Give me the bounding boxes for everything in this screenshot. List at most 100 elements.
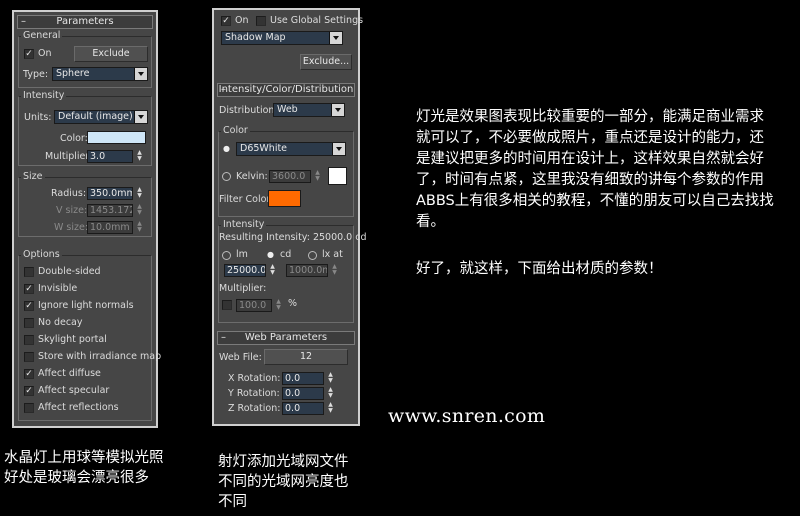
intensity-value-spinner-arrows[interactable]: ▲ ▼ bbox=[269, 264, 276, 277]
article-line-4: 了，时间有点紧，这里我没有细致的讲每个参数的作用 bbox=[416, 172, 764, 188]
w-size-spinner-arrows[interactable]: ▲ ▼ bbox=[136, 221, 143, 234]
color-preset-dropdown[interactable]: D65White bbox=[236, 142, 346, 156]
shadow-type-dropdown[interactable]: Shadow Map bbox=[221, 31, 343, 45]
left-caption-line-2: 好处是玻璃会漂亮很多 bbox=[4, 470, 149, 486]
use-global-settings-checkbox[interactable] bbox=[256, 16, 266, 26]
watermark-url: www.snren.com bbox=[388, 405, 546, 427]
light-type-value: Sphere bbox=[56, 68, 90, 79]
radius-spinner-arrows[interactable]: ▲ ▼ bbox=[136, 187, 143, 200]
affect-reflections-label: Affect reflections bbox=[38, 402, 119, 413]
radius-spinner[interactable]: 350.0mm bbox=[87, 187, 133, 200]
y-rotation-spinner[interactable]: 0.0 bbox=[282, 387, 324, 400]
z-rotation-spinner-arrows[interactable]: ▲ ▼ bbox=[327, 402, 334, 415]
affect-diffuse-label: Affect diffuse bbox=[38, 368, 101, 379]
affect-reflections-checkbox[interactable] bbox=[24, 403, 34, 413]
photometric-light-panel: ✓ On Use Global Settings Shadow Map Excl… bbox=[212, 8, 367, 426]
units-value: Default (image) bbox=[58, 111, 133, 122]
article-line-6: 看。 bbox=[416, 214, 445, 230]
lm-radio[interactable] bbox=[222, 251, 231, 260]
cd-label: cd bbox=[280, 249, 292, 260]
article-line-7: 好了，就这样，下面给出材质的参数！ bbox=[416, 261, 663, 277]
web-parameters-rollout-header[interactable]: – Web Parameters bbox=[217, 331, 355, 345]
article-line-3: 是建议把更多的时间用在设计上，这样效果自然就会好 bbox=[416, 151, 764, 167]
chevron-down-icon bbox=[329, 32, 342, 44]
photometric-multiplier-spinner[interactable]: 100.0 bbox=[236, 299, 272, 312]
affect-specular-label: Affect specular bbox=[38, 385, 110, 396]
double-sided-checkbox[interactable] bbox=[24, 267, 34, 277]
cd-radio[interactable]: ● bbox=[266, 251, 275, 260]
invisible-label: Invisible bbox=[38, 283, 78, 294]
intensity-group-title: Intensity bbox=[21, 90, 67, 101]
units-dropdown[interactable]: Default (image) bbox=[54, 110, 148, 124]
use-global-settings-label: Use Global Settings bbox=[270, 15, 364, 26]
z-rotation-spinner[interactable]: 0.0 bbox=[282, 402, 324, 415]
size-group-title: Size bbox=[21, 171, 45, 182]
v-size-spinner-arrows[interactable]: ▲ ▼ bbox=[136, 204, 143, 217]
w-size-label: W size: bbox=[54, 222, 89, 233]
lx-distance-spinner[interactable]: 1000.0m bbox=[286, 264, 328, 277]
multiplier-enable-checkbox[interactable] bbox=[222, 300, 232, 310]
type-label: Type: bbox=[23, 69, 49, 80]
store-irradiance-checkbox[interactable] bbox=[24, 352, 34, 362]
x-rotation-label: X Rotation: bbox=[228, 373, 281, 384]
light-color-swatch[interactable] bbox=[87, 131, 146, 144]
options-group-title: Options bbox=[21, 249, 62, 260]
units-label: Units: bbox=[24, 112, 52, 123]
preset-color-radio[interactable]: ● bbox=[222, 145, 231, 154]
photometric-multiplier-spinner-arrows[interactable]: ▲ ▼ bbox=[275, 299, 282, 312]
shadow-on-label: On bbox=[235, 15, 249, 26]
article-line-1: 灯光是效果图表现比较重要的一部分，能满足商业需求 bbox=[416, 109, 764, 125]
chevron-down-icon bbox=[134, 68, 147, 80]
y-rotation-spinner-arrows[interactable]: ▲ ▼ bbox=[327, 387, 334, 400]
lx-at-radio[interactable] bbox=[308, 251, 317, 260]
mid-caption-line-2: 不同的光域网亮度也 bbox=[218, 474, 349, 490]
v-size-spinner[interactable]: 1453.172 bbox=[87, 204, 133, 217]
filter-color-swatch[interactable] bbox=[268, 190, 301, 207]
multiplier-spinner[interactable]: 3.0 bbox=[87, 150, 133, 163]
kelvin-label: Kelvin: bbox=[236, 171, 268, 182]
collapse-icon: – bbox=[221, 84, 226, 95]
invisible-checkbox[interactable]: ✓ bbox=[24, 284, 34, 294]
light-on-label: On bbox=[38, 48, 52, 59]
web-parameters-title: Web Parameters bbox=[244, 332, 328, 343]
exclude-button[interactable]: Exclude bbox=[74, 46, 148, 62]
affect-specular-checkbox[interactable]: ✓ bbox=[24, 386, 34, 396]
no-decay-checkbox[interactable] bbox=[24, 318, 34, 328]
light-on-checkbox[interactable]: ✓ bbox=[24, 49, 34, 59]
intensity-value-spinner[interactable]: 25000.0 bbox=[224, 264, 266, 277]
distribution-label: Distribution: bbox=[219, 105, 278, 116]
distribution-value: Web bbox=[277, 104, 298, 115]
ignore-light-normals-checkbox[interactable]: ✓ bbox=[24, 301, 34, 311]
kelvin-radio[interactable] bbox=[222, 172, 231, 181]
multiplier-spinner-arrows[interactable]: ▲ ▼ bbox=[136, 150, 143, 163]
filter-color-label: Filter Color: bbox=[219, 194, 274, 205]
no-decay-label: No decay bbox=[38, 317, 83, 328]
kelvin-spinner[interactable]: 3600.0 bbox=[269, 170, 311, 183]
icd-rollout-title: Intensity/Color/Distribution bbox=[218, 84, 354, 95]
skylight-portal-label: Skylight portal bbox=[38, 334, 107, 345]
kelvin-color-swatch[interactable] bbox=[328, 167, 347, 185]
kelvin-spinner-arrows[interactable]: ▲ ▼ bbox=[314, 170, 321, 183]
skylight-portal-checkbox[interactable] bbox=[24, 335, 34, 345]
percent-label: % bbox=[288, 298, 298, 309]
affect-diffuse-checkbox[interactable]: ✓ bbox=[24, 369, 34, 379]
shadow-on-checkbox[interactable]: ✓ bbox=[221, 16, 231, 26]
light-type-dropdown[interactable]: Sphere bbox=[52, 67, 148, 81]
photometric-multiplier-label: Multiplier: bbox=[219, 283, 267, 294]
lx-distance-spinner-arrows[interactable]: ▲ ▼ bbox=[331, 264, 338, 277]
web-file-button[interactable]: 12 bbox=[264, 349, 348, 365]
intensity-color-distribution-rollout-header[interactable]: – Intensity/Color/Distribution bbox=[217, 83, 355, 97]
v-size-label: V size: bbox=[56, 205, 88, 216]
lm-label: lm bbox=[236, 249, 248, 260]
general-group-title: General bbox=[21, 30, 63, 41]
parameters-rollout-header[interactable]: – Parameters bbox=[17, 15, 153, 29]
chevron-down-icon bbox=[134, 111, 147, 123]
shadow-exclude-button[interactable]: Exclude... bbox=[300, 54, 352, 70]
x-rotation-spinner[interactable]: 0.0 bbox=[282, 372, 324, 385]
chevron-down-icon bbox=[331, 104, 344, 116]
photometric-intensity-title: Intensity bbox=[221, 219, 267, 230]
x-rotation-spinner-arrows[interactable]: ▲ ▼ bbox=[327, 372, 334, 385]
ignore-light-normals-label: Ignore light normals bbox=[38, 300, 134, 311]
w-size-spinner[interactable]: 10.0mm bbox=[87, 221, 133, 234]
distribution-dropdown[interactable]: Web bbox=[273, 103, 345, 117]
